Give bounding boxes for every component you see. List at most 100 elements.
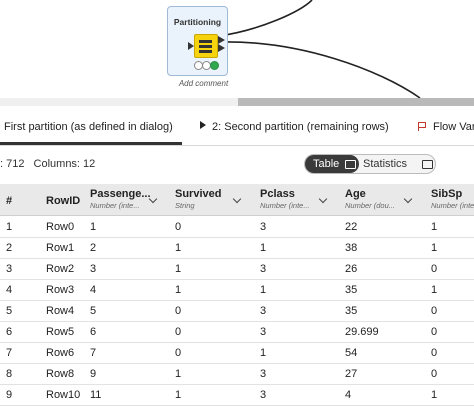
table-cell: 0 [431,368,438,380]
tab-label: Flow Vari [433,121,474,133]
table-cell: 8 [6,368,13,380]
node-title: Partitioning [173,17,222,27]
statistics-view-label: Statistics [363,158,408,170]
window-icon [345,160,356,169]
table-cell: 1 [260,347,267,359]
table-cell: 4 [90,284,97,296]
table-row[interactable]: 6 Row5 6 0 3 29.699 0 [0,321,474,343]
port-tabs: First partition (as defined in dialog) 2… [0,111,474,145]
tab-second-partition[interactable]: 2: Second partition (remaining rows) [200,121,389,133]
table-header: # RowID Passenge... Number (inte... Surv… [0,184,474,216]
table-cell: 7 [6,347,13,359]
column-header-survived[interactable]: Survived String [175,188,221,210]
table-row[interactable]: 2 Row1 2 1 1 38 1 [0,237,474,259]
table-cell: 3 [260,368,267,380]
table-cell: 1 [175,368,182,380]
table-row[interactable]: 7 Row6 7 0 1 54 0 [0,342,474,364]
tab-label: 2: Second partition (remaining rows) [212,121,389,133]
partitioning-node[interactable]: Partitioning [167,6,228,76]
column-header-index: # [6,195,13,207]
column-header-pclass[interactable]: Pclass Number (inte... [260,188,310,210]
table-info-bar: : 712 Columns: 12 Table Statistics [0,146,474,182]
table-cell: 0 [431,263,438,275]
partition-icon [194,34,218,58]
row-count: : 712 [0,158,25,170]
chevron-down-icon[interactable] [318,194,328,204]
window-icon [422,160,433,169]
add-comment-link[interactable]: Add comment [167,79,240,88]
table-row[interactable]: 5 Row4 5 0 3 35 0 [0,300,474,322]
status-green-dot-icon [210,61,219,70]
node-output-port-1[interactable] [218,36,225,44]
table-cell: Row5 [46,326,75,338]
table-cell: 1 [175,242,182,254]
node-output-port-2[interactable] [218,44,225,52]
table-cell: 54 [345,347,358,359]
table-cell: 9 [6,389,13,401]
view-toggle: Table Statistics [304,154,436,174]
table-cell: Row10 [46,389,81,401]
table-cell: Row4 [46,305,75,317]
table-cell: 6 [6,326,13,338]
flow-variable-icon [418,122,427,131]
data-table: # RowID Passenge... Number (inte... Surv… [0,184,474,406]
table-row[interactable]: 9 Row10 11 1 3 4 1 [0,384,474,406]
table-cell: Row2 [46,263,75,275]
connection-line-top[interactable] [218,0,313,37]
connection-line-bottom[interactable] [218,41,421,98]
table-cell: 0 [431,347,438,359]
column-header-rowid[interactable]: RowID [46,195,80,207]
table-cell: 1 [431,242,438,254]
table-cell: 0 [175,326,182,338]
table-cell: 5 [90,305,97,317]
table-cell: Row0 [46,221,75,233]
table-cell: 9 [90,368,97,380]
table-cell: 3 [260,389,267,401]
table-cell: 1 [175,284,182,296]
table-cell: 6 [90,326,97,338]
table-cell: Row8 [46,368,75,380]
table-cell: 4 [6,284,13,296]
table-cell: 29.699 [345,326,379,338]
table-view-label: Table [313,158,340,170]
tab-flow-variables[interactable]: Flow Vari [418,121,474,133]
table-cell: Row3 [46,284,75,296]
chevron-down-icon[interactable] [403,194,413,204]
table-cell: 1 [6,221,13,233]
table-row[interactable]: 1 Row0 1 0 3 22 1 [0,216,474,238]
table-cell: 0 [175,347,182,359]
table-cell: 26 [345,263,358,275]
table-view-button[interactable]: Table [305,155,359,173]
table-cell: 3 [260,326,267,338]
table-cell: 1 [431,389,438,401]
workflow-canvas[interactable]: Partitioning Add comment [0,0,474,98]
table-row[interactable]: 4 Row3 4 1 1 35 1 [0,279,474,301]
column-count: Columns: 12 [33,158,96,170]
table-cell: 11 [90,389,102,401]
table-cell: 3 [90,263,97,275]
table-cell: 2 [6,242,13,254]
table-cell: 1 [175,389,182,401]
canvas-scrollbar-thumb[interactable] [238,98,474,106]
tab-label: First partition (as defined in dialog) [4,121,173,133]
table-cell: 22 [345,221,358,233]
table-cell: Row6 [46,347,75,359]
table-cell: 1 [431,284,438,296]
column-header-passengerid[interactable]: Passenge... Number (inte... [90,188,151,210]
table-cell: 2 [90,242,97,254]
table-cell: 27 [345,368,358,380]
tab-first-partition[interactable]: First partition (as defined in dialog) [4,121,173,133]
table-cell: 3 [260,263,267,275]
node-status-lights [194,61,219,70]
table-cell: 1 [260,242,267,254]
statistics-view-button[interactable]: Statistics [363,158,407,170]
table-cell: 7 [90,347,97,359]
table-row[interactable]: 3 Row2 3 1 3 26 0 [0,258,474,280]
column-header-sibsp[interactable]: SibSp Number (inte [431,188,474,210]
column-header-age[interactable]: Age Number (dou... [345,188,395,210]
chevron-down-icon[interactable] [232,194,242,204]
play-icon [200,121,206,129]
table-row[interactable]: 8 Row8 9 1 3 27 0 [0,363,474,385]
table-cell: 3 [260,221,267,233]
table-cell: 1 [90,221,97,233]
